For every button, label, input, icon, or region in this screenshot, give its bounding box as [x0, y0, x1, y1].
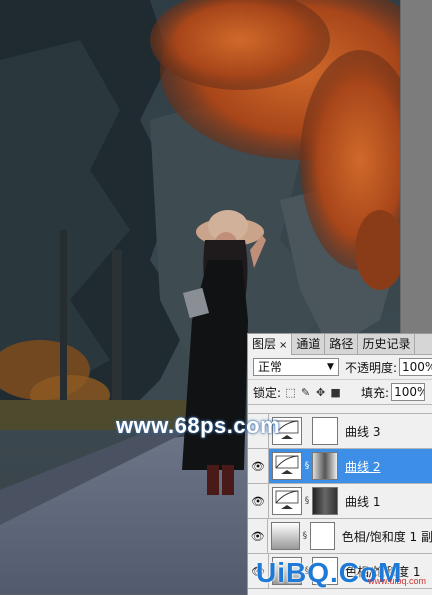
canvas-pasteboard: [400, 0, 432, 334]
lock-transparent-icon[interactable]: ⬚: [285, 387, 296, 398]
layer-row[interactable]: 👁 § 曲线 1: [248, 484, 432, 519]
layer-row[interactable]: 👁 § 色相/饱和度 1 副: [248, 519, 432, 554]
tab-paths[interactable]: 路径: [325, 334, 359, 354]
blend-mode-value: 正常: [258, 360, 283, 374]
lock-fill-row: 锁定: ⬚ ✎ ✥ ■ 填充: 100%: [248, 380, 432, 405]
layer-mask-thumbnail[interactable]: [312, 452, 338, 480]
close-icon[interactable]: ×: [279, 340, 287, 351]
lock-label: 锁定:: [253, 385, 282, 400]
opacity-label: 不透明度:: [344, 360, 398, 375]
link-icon: §: [304, 461, 310, 471]
lock-brush-icon[interactable]: ✎: [300, 387, 311, 398]
blend-mode-select[interactable]: 正常 ▼: [253, 358, 339, 376]
layer-name: 曲线 3: [345, 424, 381, 439]
fill-label: 填充:: [361, 385, 390, 400]
link-icon: §: [302, 531, 308, 541]
curves-adjustment-icon: [272, 487, 302, 515]
tab-history[interactable]: 历史记录: [358, 334, 416, 354]
eye-icon[interactable]: 👁: [248, 484, 269, 518]
tab-layers-label: 图层: [252, 337, 277, 351]
tab-channels[interactable]: 通道: [292, 334, 326, 354]
lock-move-icon[interactable]: ✥: [315, 387, 326, 398]
panel-tabs: 图层 × 通道 路径 历史记录: [248, 334, 432, 355]
lock-all-icon[interactable]: ■: [330, 387, 341, 398]
layer-mask-thumbnail[interactable]: [309, 522, 335, 550]
layer-mask-thumbnail[interactable]: [312, 487, 338, 515]
layer-mask-thumbnail[interactable]: [312, 417, 338, 445]
hue-saturation-adjustment-icon: [271, 522, 301, 550]
lock-icons: ⬚ ✎ ✥ ■: [285, 387, 341, 398]
chevron-down-icon: ▼: [327, 362, 334, 372]
tab-layers[interactable]: 图层 ×: [248, 334, 293, 355]
layer-row-selected[interactable]: 👁 § 曲线 2: [248, 449, 432, 484]
fill-input[interactable]: 100%: [391, 383, 426, 401]
brand-url-watermark: www.uibq.com: [368, 576, 427, 586]
layer-name: 曲线 1: [345, 494, 381, 509]
layer-name: 曲线 2: [345, 459, 381, 474]
curves-adjustment-icon: [272, 452, 302, 480]
link-icon: §: [304, 496, 310, 506]
layer-name: 色相/饱和度 1 副: [341, 529, 432, 544]
eye-icon[interactable]: 👁: [248, 519, 269, 553]
opacity-input[interactable]: 100%: [399, 358, 432, 376]
layers-panel: 图层× 通道 路径 历史记录 正常 ▼ 不透明度: 100% 锁定: ⬚ ✎ ✥…: [247, 333, 432, 595]
blend-opacity-row: 正常 ▼ 不透明度: 100%: [248, 355, 432, 380]
eye-icon[interactable]: 👁: [248, 449, 269, 483]
site-watermark: www.68ps.com: [116, 413, 281, 438]
